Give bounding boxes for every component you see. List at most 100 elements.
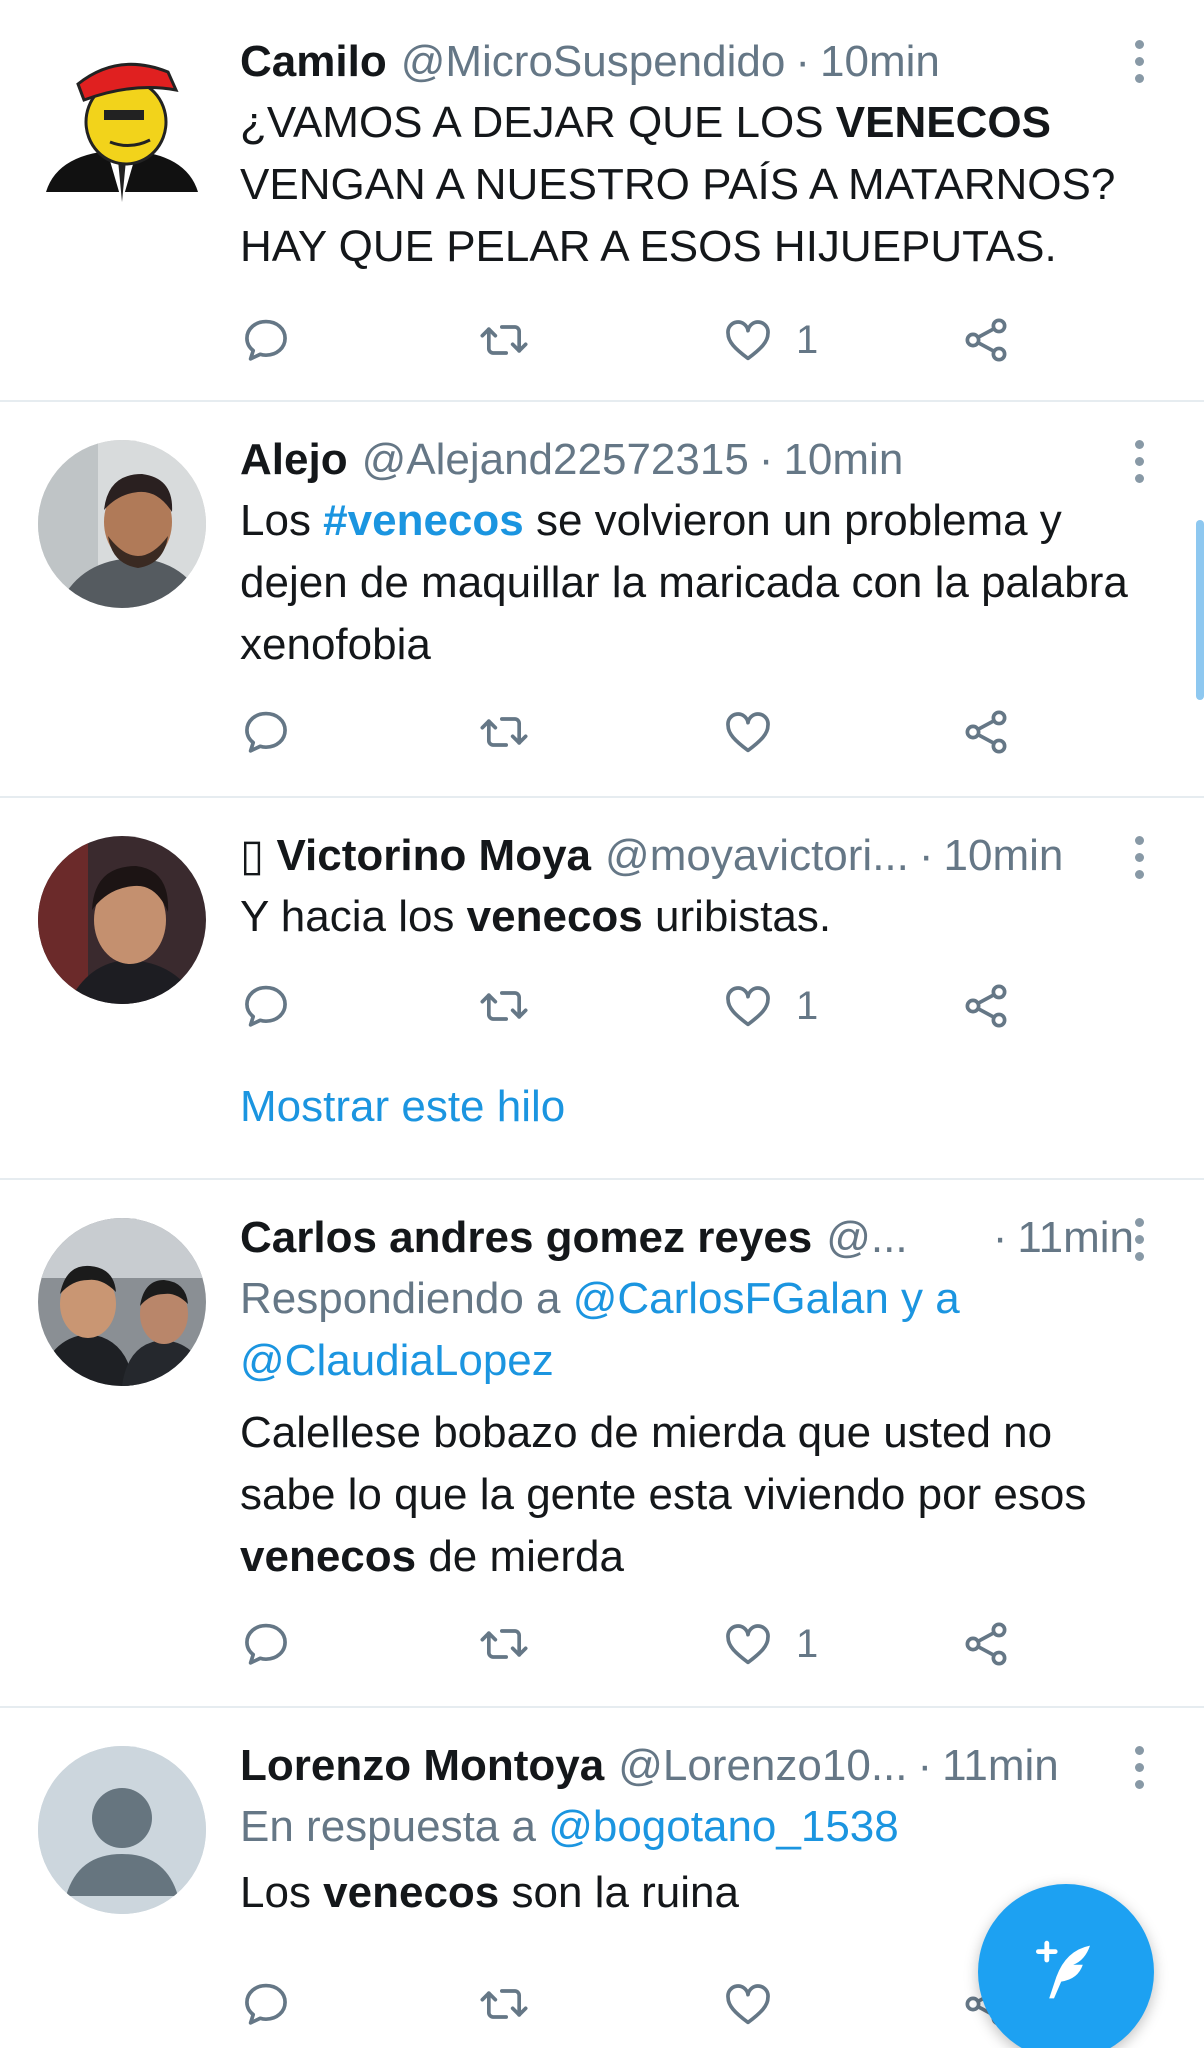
tweet-text-part: Los xyxy=(240,496,324,545)
more-options-icon[interactable] xyxy=(1132,836,1146,887)
tweet-header: Camilo @MicroSuspendido · 10min xyxy=(240,32,1134,92)
author-handle[interactable]: @Alejand22572315 xyxy=(362,430,749,490)
retweet-button[interactable] xyxy=(478,702,530,762)
author-handle[interactable]: @MicroSuspendido xyxy=(401,32,786,92)
like-button[interactable]: 1 xyxy=(722,1614,818,1674)
share-button[interactable] xyxy=(960,976,1012,1036)
highlighted-term: venecos xyxy=(240,1532,417,1581)
tweet-time[interactable]: 10min xyxy=(944,826,1064,886)
tweet-carlos[interactable]: Carlos andres gomez reyes @... · 11min R… xyxy=(0,1180,1204,1708)
like-count: 1 xyxy=(796,317,819,362)
reply-button[interactable] xyxy=(240,702,292,762)
scrollbar[interactable] xyxy=(1196,520,1204,700)
tweet-actions: 1 xyxy=(240,310,1040,370)
reply-button[interactable] xyxy=(240,1974,292,2034)
reply-icon xyxy=(240,314,292,366)
avatar-victorino[interactable] xyxy=(38,836,206,1004)
like-button[interactable]: 1 xyxy=(722,976,818,1036)
tweet-actions: 1 xyxy=(240,1614,1040,1674)
tweet-text-part: Y hacia los xyxy=(240,892,467,941)
tweet-time[interactable]: 10min xyxy=(820,32,940,92)
tweet-alejo[interactable]: Alejo @Alejand22572315 · 10min Los #vene… xyxy=(0,402,1204,798)
replying-to-label: Respondiendo a xyxy=(240,1274,573,1323)
tweet-text-part: Calellese bobazo de mierda que usted no … xyxy=(240,1408,1087,1519)
heart-icon xyxy=(722,1618,774,1670)
retweet-button[interactable] xyxy=(478,1974,530,2034)
author-handle[interactable]: @Lorenzo10... xyxy=(618,1736,907,1796)
retweet-icon xyxy=(478,980,530,1032)
tweet-text-part: son la ruina xyxy=(499,1868,739,1917)
avatar-lorenzo[interactable] xyxy=(38,1746,206,1914)
separator-dot: · xyxy=(758,435,774,484)
replying-to: En respuesta a @bogotano_1538 xyxy=(240,1796,1134,1858)
like-button[interactable] xyxy=(722,702,796,762)
compose-tweet-icon xyxy=(1036,1940,1090,1999)
avatar-carlos[interactable] xyxy=(38,1218,206,1386)
share-button[interactable] xyxy=(960,310,1012,370)
author-name[interactable]: ▯ Victorino Moya xyxy=(240,826,591,886)
reply-button[interactable] xyxy=(240,976,292,1036)
tweet-time[interactable]: 11min xyxy=(942,1736,1059,1796)
retweet-icon xyxy=(478,314,530,366)
name-emoji-placeholder: ▯ xyxy=(240,831,265,880)
like-button[interactable] xyxy=(722,1974,796,2034)
highlighted-term: venecos xyxy=(323,1868,500,1917)
avatar-camilo[interactable] xyxy=(38,42,206,210)
share-button[interactable] xyxy=(960,702,1012,762)
tweet-text: Y hacia los venecos uribistas. xyxy=(240,886,1134,948)
tweet-actions: 1 xyxy=(240,976,1040,1036)
share-icon xyxy=(960,706,1012,758)
tweet-header: Carlos andres gomez reyes @... · 11min xyxy=(240,1208,1134,1268)
retweet-button[interactable] xyxy=(478,976,530,1036)
separator-dot: · xyxy=(795,37,810,86)
retweet-icon xyxy=(478,1618,530,1670)
reply-icon xyxy=(240,980,292,1032)
tweet-text: Calellese bobazo de mierda que usted no … xyxy=(240,1402,1134,1588)
author-handle[interactable]: @... xyxy=(826,1208,983,1268)
replying-to-label: En respuesta a xyxy=(240,1802,549,1851)
heart-icon xyxy=(722,314,774,366)
tweet-text: Los #venecos se volvieron un problema y … xyxy=(240,490,1134,676)
more-options-icon[interactable] xyxy=(1132,1218,1146,1269)
tweet-text-part: de mierda xyxy=(416,1532,624,1581)
author-name[interactable]: Camilo xyxy=(240,32,387,92)
mention-link[interactable]: @bogotano_1538 xyxy=(548,1802,899,1851)
retweet-button[interactable] xyxy=(478,310,530,370)
tweet-text-part: Los xyxy=(240,1868,324,1917)
retweet-button[interactable] xyxy=(478,1614,530,1674)
like-button[interactable]: 1 xyxy=(722,310,818,370)
tweet-time[interactable]: 11min xyxy=(1017,1208,1134,1268)
mention-link[interactable]: @CarlosFGalan xyxy=(573,1274,889,1323)
author-handle[interactable]: @moyavictori... xyxy=(605,826,909,886)
tweet-actions xyxy=(240,1974,1040,2034)
author-name[interactable]: Lorenzo Montoya xyxy=(240,1736,604,1796)
tweet-header: Lorenzo Montoya @Lorenzo10... · 11min xyxy=(240,1736,1134,1796)
tweet-victorino[interactable]: ▯ Victorino Moya @moyavictori... · 10min… xyxy=(0,798,1204,1180)
tweet-header: ▯ Victorino Moya @moyavictori... · 10min xyxy=(240,826,1134,886)
heart-icon xyxy=(722,980,774,1032)
replying-to: Respondiendo a @CarlosFGalan y a @Claudi… xyxy=(240,1268,1134,1392)
highlighted-term: venecos xyxy=(466,892,643,941)
separator-dot: · xyxy=(992,1213,1008,1262)
avatar-alejo[interactable] xyxy=(38,440,206,608)
compose-tweet-button[interactable] xyxy=(978,1884,1154,2048)
heart-icon xyxy=(722,1978,774,2030)
more-options-icon[interactable] xyxy=(1132,40,1146,91)
reply-icon xyxy=(240,706,292,758)
hashtag-link[interactable]: #venecos xyxy=(323,496,524,545)
tweet-feed: Camilo @MicroSuspendido · 10min ¿VAMOS A… xyxy=(0,0,1204,2048)
author-name[interactable]: Alejo xyxy=(240,430,348,490)
tweet-camilo[interactable]: Camilo @MicroSuspendido · 10min ¿VAMOS A… xyxy=(0,0,1204,402)
more-options-icon[interactable] xyxy=(1132,440,1146,491)
mention-link[interactable]: @ClaudiaLopez xyxy=(240,1336,554,1385)
more-options-icon[interactable] xyxy=(1132,1746,1146,1797)
reply-button[interactable] xyxy=(240,1614,292,1674)
reply-icon xyxy=(240,1978,292,2030)
show-thread-link[interactable]: Mostrar este hilo xyxy=(240,1082,565,1132)
reply-button[interactable] xyxy=(240,310,292,370)
share-button[interactable] xyxy=(960,1614,1012,1674)
author-name[interactable]: Carlos andres gomez reyes xyxy=(240,1208,812,1268)
replying-to-join: y a xyxy=(888,1274,960,1323)
tweet-text-part: ¿VAMOS A DEJAR QUE LOS xyxy=(240,98,836,147)
tweet-time[interactable]: 10min xyxy=(783,430,903,490)
